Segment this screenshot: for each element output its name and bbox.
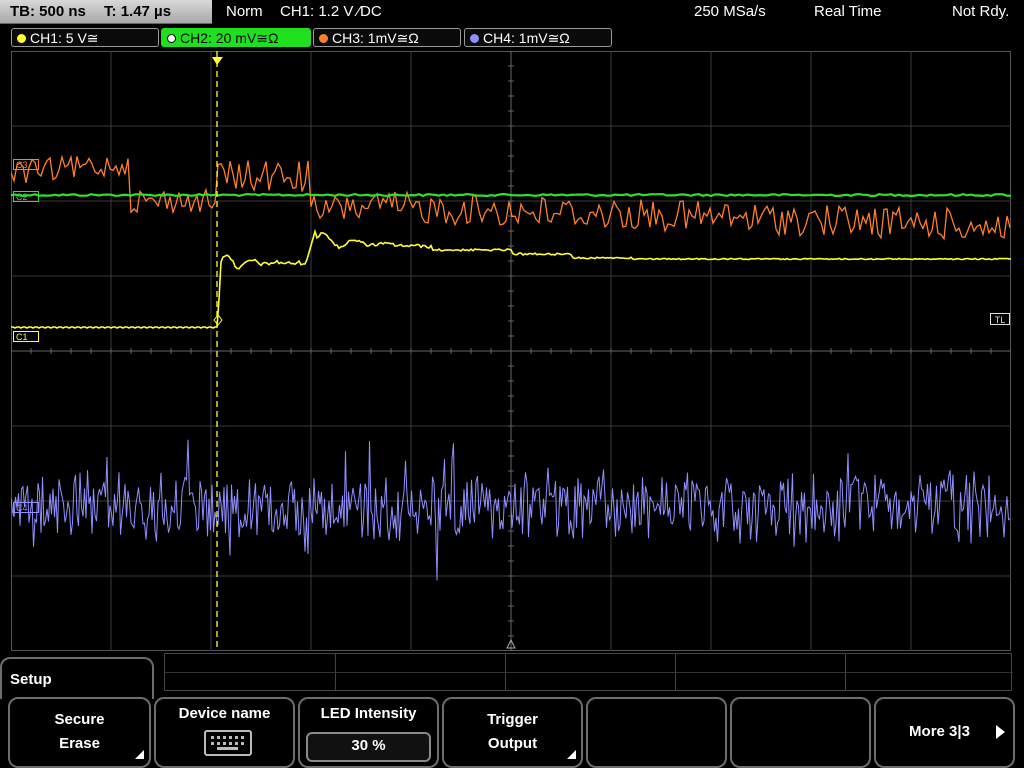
secure-erase-button[interactable]: Secure Erase xyxy=(8,697,151,768)
ch1-dot-icon xyxy=(17,34,26,43)
waveform-canvas xyxy=(11,51,1011,651)
secure-erase-line1: Secure xyxy=(54,711,105,728)
tab-ch2[interactable]: CH2: 20 mV≅Ω xyxy=(161,28,311,47)
tab-ch4-label: CH4: 1mV≅Ω xyxy=(483,30,570,46)
setup-menu-title: Setup xyxy=(0,657,154,699)
empty-softkey-5[interactable] xyxy=(586,697,727,768)
led-intensity-button[interactable]: LED Intensity 30 % xyxy=(298,697,439,768)
waveform-display[interactable]: C3 C2 C1 C4 TL xyxy=(11,51,1011,651)
secure-erase-line2: Erase xyxy=(59,735,100,752)
trigger-output-line2: Output xyxy=(487,735,538,752)
led-intensity-value-field[interactable]: 30 % xyxy=(306,732,431,762)
status-bar: Norm CH1: 1.2 V ⁄DC 250 MSa/s Real Time … xyxy=(214,0,1024,24)
ch4-marker-label: C4 xyxy=(16,503,28,513)
trigger-state: Not Rdy. xyxy=(952,3,1010,20)
ch1-marker-label: C1 xyxy=(16,332,28,342)
trigger-position-icon[interactable] xyxy=(212,57,223,65)
info-strip xyxy=(164,653,1013,691)
device-name-button[interactable]: Device name xyxy=(154,697,295,768)
empty-softkey-6[interactable] xyxy=(730,697,871,768)
trigger-output-button[interactable]: Trigger Output xyxy=(442,697,583,768)
timebase-value: TB: 500 ns xyxy=(10,3,86,20)
trigger-level-marker[interactable]: TL xyxy=(990,313,1010,325)
ch3-marker-label: C3 xyxy=(16,160,28,170)
trigger-mode: Norm xyxy=(226,3,263,20)
ch2-offset-marker[interactable]: C2 xyxy=(13,191,39,202)
graticule xyxy=(11,51,1011,651)
trigger-level-label: TL xyxy=(994,315,1006,325)
tab-ch3[interactable]: CH3: 1mV≅Ω xyxy=(313,28,461,47)
ch3-offset-marker[interactable]: C3 xyxy=(13,159,39,170)
acquisition-mode: Real Time xyxy=(814,3,882,20)
tab-ch4[interactable]: CH4: 1mV≅Ω xyxy=(464,28,612,47)
trace-ch2 xyxy=(11,192,1011,198)
keyboard-icon xyxy=(204,730,252,756)
trigger-output-line1: Trigger xyxy=(487,711,538,728)
tab-ch2-label: CH2: 20 mV≅Ω xyxy=(180,30,279,46)
sample-rate: 250 MSa/s xyxy=(694,3,766,20)
more-label: More 3|3 xyxy=(909,723,970,740)
tab-ch1-label: CH1: 5 V≅ xyxy=(30,30,99,46)
tab-ch3-label: CH3: 1mV≅Ω xyxy=(332,30,419,46)
ch2-dot-icon xyxy=(167,34,176,43)
timebase-box[interactable]: TB: 500 ns T: 1.47 µs xyxy=(0,0,212,24)
led-intensity-label: LED Intensity xyxy=(320,705,417,722)
more-button[interactable]: More 3|3 xyxy=(874,697,1015,768)
trigger-time-value: T: 1.47 µs xyxy=(104,3,172,20)
ch4-offset-marker[interactable]: C4 xyxy=(13,502,39,513)
ch2-marker-label: C2 xyxy=(16,192,28,202)
submenu-corner-icon xyxy=(135,750,144,759)
led-intensity-value: 30 % xyxy=(351,737,386,754)
device-name-label: Device name xyxy=(178,705,271,722)
setup-title: Setup xyxy=(10,671,52,688)
ch4-dot-icon xyxy=(470,34,479,43)
submenu-corner-icon xyxy=(567,750,576,759)
arrow-right-icon xyxy=(996,725,1005,739)
trigger-source: CH1: 1.2 V ⁄DC xyxy=(280,3,382,20)
tab-ch1[interactable]: CH1: 5 V≅ xyxy=(11,28,159,47)
ch1-offset-marker[interactable]: C1 xyxy=(13,331,39,342)
ch3-dot-icon xyxy=(319,34,328,43)
